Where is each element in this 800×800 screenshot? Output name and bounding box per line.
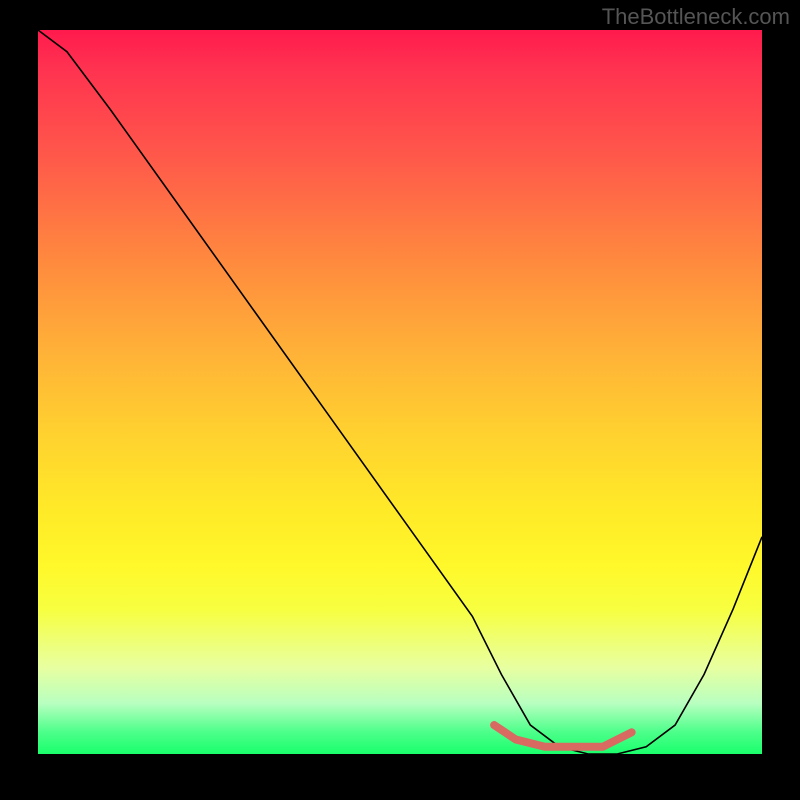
highlight-curve bbox=[494, 725, 632, 747]
chart-plot-area bbox=[38, 30, 762, 754]
chart-svg bbox=[38, 30, 762, 754]
watermark-text: TheBottleneck.com bbox=[602, 4, 790, 30]
main-curve bbox=[38, 30, 762, 754]
